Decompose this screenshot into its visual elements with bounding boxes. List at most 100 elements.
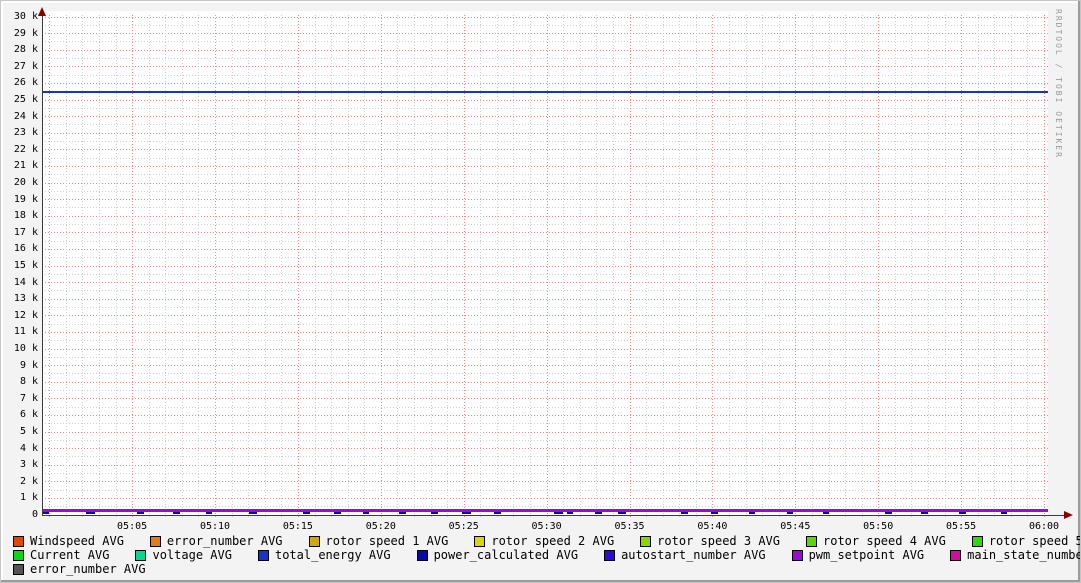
legend-item: autostart_number AVG (604, 548, 766, 562)
gridline-h-minor (42, 390, 1048, 391)
series-burst-power_calculated-avg (494, 512, 501, 514)
y-tick-label: 29 k (1, 27, 38, 40)
gridline-h-minor (42, 307, 1048, 308)
gridline-h-major (42, 365, 1048, 366)
legend-label: total_energy AVG (275, 548, 391, 562)
legend-row-2: Current AVGvoltage AVGtotal_energy AVGpo… (13, 548, 1075, 562)
gridline-h-major (42, 282, 1048, 283)
legend: Windspeed AVG error_number AVG rotor speed… (13, 534, 1075, 576)
gridline-h-major (42, 50, 1048, 51)
gridline-h-minor (42, 456, 1048, 457)
series-burst-power_calculated-avg (567, 512, 573, 514)
gridline-h-minor (42, 25, 1048, 26)
gridline-h-minor (42, 440, 1048, 441)
gridline-h-major (42, 465, 1048, 466)
gridline-h-major (42, 315, 1048, 316)
gridline-h-major (42, 249, 1048, 250)
gridline-h-minor (42, 158, 1048, 159)
legend-item: rotor speed 1 AVG (309, 534, 449, 548)
y-tick-label: 22 k (1, 143, 38, 156)
gridline-h-major (42, 116, 1048, 117)
legend-swatch-icon (417, 550, 428, 561)
legend-label: rotor speed 1 AVG (326, 534, 449, 548)
y-tick-label: 20 k (1, 176, 38, 189)
legend-swatch-icon (950, 550, 961, 561)
y-tick-label: 4 k (1, 442, 38, 455)
legend-swatch-icon (135, 550, 146, 561)
legend-item: total_energy AVG (258, 548, 391, 562)
gridline-h-minor (42, 257, 1048, 258)
gridline-h-minor (42, 207, 1048, 208)
series-burst-power_calculated-avg (303, 512, 310, 514)
gridline-h-minor (42, 473, 1048, 474)
legend-item: rotor speed 4 AVG (806, 534, 946, 548)
y-tick-label: 10 k (1, 342, 38, 355)
legend-label: rotor speed 5 AVG (989, 534, 1081, 548)
legend-swatch-icon (806, 536, 817, 547)
legend-label: voltage AVG (152, 548, 231, 562)
gridline-h-minor (42, 241, 1048, 242)
gridline-h-minor (42, 124, 1048, 125)
legend-item: rotor speed 3 AVG (640, 534, 780, 548)
legend-label: Current AVG (30, 548, 109, 562)
y-tick-label: 24 k (1, 110, 38, 123)
series-burst-power_calculated-avg (173, 512, 180, 514)
y-tick-label: 28 k (1, 43, 38, 56)
x-tick-label: 05:50 (856, 520, 900, 533)
gridline-h-minor (42, 75, 1048, 76)
gridline-h-major (42, 415, 1048, 416)
legend-swatch-icon (309, 536, 320, 547)
legend-swatch-icon (640, 536, 651, 547)
x-tick-label: 06:00 (1022, 520, 1066, 533)
gridline-h-major (42, 83, 1048, 84)
legend-item: rotor speed 5 AVG (972, 534, 1081, 548)
series-burst-power_calculated-avg (749, 512, 755, 514)
legend-item: Windspeed AVG (13, 534, 124, 548)
legend-item: voltage AVG (135, 548, 231, 562)
legend-label: autostart_number AVG (621, 548, 766, 562)
x-tick-label: 05:55 (939, 520, 983, 533)
gridline-h-major (42, 448, 1048, 449)
series-burst-power_calculated-avg (921, 512, 928, 514)
legend-swatch-icon (474, 536, 485, 547)
legend-label: error_number AVG (30, 562, 146, 576)
y-tick-label: 6 k (1, 408, 38, 421)
gridline-h-major (42, 17, 1048, 18)
gridline-h-major (42, 133, 1048, 134)
legend-swatch-icon (13, 564, 24, 575)
gridline-h-major (42, 398, 1048, 399)
x-axis-arrow-icon (1064, 511, 1073, 519)
y-tick-label: 7 k (1, 392, 38, 405)
legend-swatch-icon (258, 550, 269, 561)
gridline-h-minor (42, 423, 1048, 424)
series-burst-power_calculated-avg (334, 512, 341, 514)
series-burst-power_calculated-avg (823, 512, 829, 514)
y-tick-label: 25 k (1, 93, 38, 106)
legend-label: rotor speed 2 AVG (491, 534, 614, 548)
gridline-h-major (42, 216, 1048, 217)
y-tick-label: 11 k (1, 325, 38, 338)
gridline-h-major (42, 183, 1048, 184)
y-tick-label: 21 k (1, 159, 38, 172)
y-axis-line (42, 11, 43, 516)
gridline-h-major (42, 299, 1048, 300)
legend-item: pwm_setpoint AVG (792, 548, 925, 562)
y-tick-label: 14 k (1, 276, 38, 289)
series-burst-power_calculated-avg (206, 512, 212, 514)
x-tick-label: 05:25 (442, 520, 486, 533)
series-line-total_energy-avg (42, 91, 1048, 93)
series-burst-power_calculated-avg (595, 512, 602, 514)
gridline-h-minor (42, 357, 1048, 358)
y-tick-label: 3 k (1, 458, 38, 471)
x-tick-label: 05:45 (773, 520, 817, 533)
gridline-h-minor (42, 290, 1048, 291)
series-burst-power_calculated-avg (137, 512, 144, 514)
x-tick-label: 05:20 (359, 520, 403, 533)
gridline-h-major (42, 166, 1048, 167)
y-tick-label: 0 (1, 508, 44, 521)
series-burst-power_calculated-avg (711, 512, 718, 514)
y-tick-label: 18 k (1, 209, 38, 222)
series-burst-power_calculated-avg (1001, 512, 1007, 514)
legend-item: Current AVG (13, 548, 109, 562)
rrdtool-graph: 30 k29 k28 k27 k26 k25 k24 k23 k22 k21 k… (0, 0, 1081, 583)
